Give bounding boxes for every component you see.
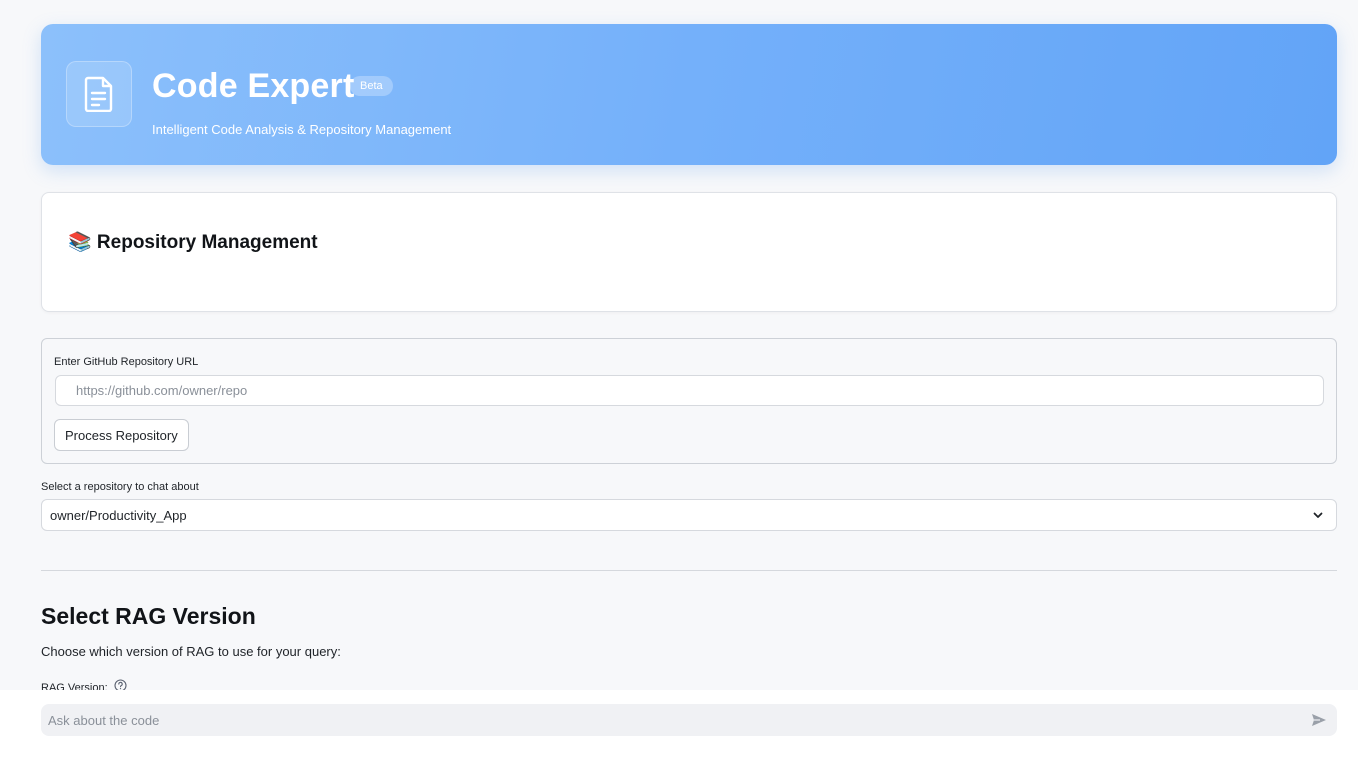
app-subtitle: Intelligent Code Analysis & Repository M…: [152, 122, 452, 137]
process-repository-button[interactable]: Process Repository: [54, 419, 189, 451]
repository-url-form: Enter GitHub Repository URL Process Repo…: [41, 338, 1337, 464]
repository-select-label: Select a repository to chat about: [41, 481, 199, 493]
rag-section-description: Choose which version of RAG to use for y…: [41, 644, 341, 659]
repository-url-input[interactable]: [55, 375, 1324, 406]
app-title: Code Expert: [152, 67, 355, 105]
repository-select[interactable]: owner/Productivity_App: [41, 499, 1337, 531]
rag-section-title: Select RAG Version: [41, 603, 256, 629]
app-page: Code Expert Beta Intelligent Code Analys…: [0, 0, 1358, 762]
document-icon: [66, 61, 132, 127]
repository-select-value: owner/Productivity_App: [50, 507, 187, 523]
chat-input[interactable]: [41, 704, 1291, 736]
chat-bar: [0, 690, 1358, 762]
chat-input-container: [41, 704, 1337, 736]
header-banner: Code Expert Beta Intelligent Code Analys…: [41, 24, 1337, 165]
section-divider: [41, 570, 1337, 571]
beta-badge: Beta: [350, 76, 393, 96]
repository-url-label: Enter GitHub Repository URL: [54, 356, 199, 368]
repository-management-card: 📚 Repository Management: [41, 192, 1337, 312]
repository-management-title: 📚 Repository Management: [68, 232, 318, 253]
send-icon[interactable]: [1309, 710, 1329, 730]
chevron-down-icon: [1312, 509, 1324, 524]
